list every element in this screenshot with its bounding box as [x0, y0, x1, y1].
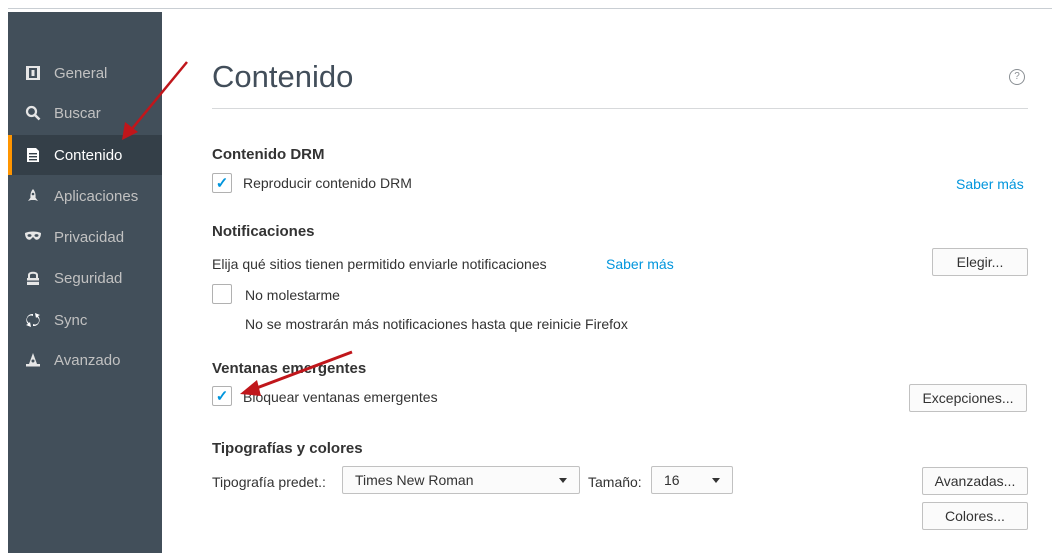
default-font-select[interactable]: Times New Roman	[342, 466, 580, 494]
sidebar: General Buscar Contenido Aplicaciones Pr…	[8, 12, 162, 553]
do-not-disturb-note: No se mostrarán más notificaciones hasta…	[245, 316, 628, 332]
document-icon	[24, 146, 42, 164]
block-popups-label[interactable]: Bloquear ventanas emergentes	[243, 389, 438, 405]
popups-section-title: Ventanas emergentes	[212, 360, 367, 377]
font-size-label: Tamaño:	[588, 474, 642, 490]
mask-icon	[24, 228, 42, 246]
lock-icon	[24, 269, 42, 287]
sidebar-item-label: Privacidad	[54, 228, 125, 246]
checkmark-icon: ✓	[215, 387, 229, 405]
title-divider	[212, 108, 1028, 109]
drm-learn-more-link[interactable]: Saber más	[956, 176, 1024, 192]
content-pane: Contenido ? Contenido DRM ✓ Reproducir c…	[162, 12, 1052, 553]
notifications-section-title: Notificaciones	[212, 223, 315, 240]
drm-checkbox-label[interactable]: Reproducir contenido DRM	[243, 175, 412, 191]
chevron-down-icon	[712, 477, 720, 483]
choose-button[interactable]: Elegir...	[932, 248, 1028, 276]
font-size-select[interactable]: 16	[651, 466, 733, 494]
fonts-section-title: Tipografías y colores	[212, 440, 363, 457]
font-size-value: 16	[664, 472, 680, 488]
do-not-disturb-checkbox[interactable]	[212, 284, 232, 304]
sidebar-item-buscar[interactable]: Buscar	[8, 93, 162, 133]
default-font-value: Times New Roman	[355, 472, 474, 488]
drm-section-title: Contenido DRM	[212, 146, 325, 163]
notifications-description: Elija qué sitios tienen permitido enviar…	[212, 256, 547, 272]
help-icon[interactable]: ?	[1009, 69, 1025, 85]
block-popups-checkbox[interactable]: ✓	[212, 386, 232, 406]
sidebar-item-general[interactable]: General	[8, 53, 162, 93]
sidebar-item-privacidad[interactable]: Privacidad	[8, 217, 162, 257]
drm-checkbox[interactable]: ✓	[212, 173, 232, 193]
page-title: Contenido	[212, 59, 354, 94]
notifications-learn-more-link[interactable]: Saber más	[606, 256, 674, 272]
sidebar-item-label: Seguridad	[54, 269, 123, 287]
sidebar-item-label: Buscar	[54, 104, 101, 122]
sidebar-item-label: Sync	[54, 311, 88, 329]
search-icon	[24, 104, 42, 122]
sidebar-item-aplicaciones[interactable]: Aplicaciones	[8, 176, 162, 216]
do-not-disturb-label[interactable]: No molestarme	[245, 287, 340, 303]
sidebar-item-label: Aplicaciones	[54, 187, 139, 205]
sidebar-item-seguridad[interactable]: Seguridad	[8, 258, 162, 298]
sidebar-item-avanzado[interactable]: Avanzado	[8, 340, 162, 380]
window-top-border	[8, 8, 1052, 9]
rocket-icon	[24, 187, 42, 205]
advanced-fonts-button[interactable]: Avanzadas...	[922, 467, 1028, 495]
sidebar-item-label: Avanzado	[54, 351, 121, 369]
default-font-label: Tipografía predet.:	[212, 474, 326, 490]
wizard-hat-icon	[24, 351, 42, 369]
general-icon	[24, 64, 42, 82]
exceptions-button[interactable]: Excepciones...	[909, 384, 1027, 412]
sidebar-item-contenido[interactable]: Contenido	[8, 135, 162, 175]
sidebar-item-label: General	[54, 64, 108, 82]
colors-button[interactable]: Colores...	[922, 502, 1028, 530]
checkmark-icon: ✓	[215, 174, 229, 192]
chevron-down-icon	[559, 477, 567, 483]
sync-icon	[24, 311, 42, 329]
sidebar-item-label: Contenido	[54, 146, 123, 164]
sidebar-item-sync[interactable]: Sync	[8, 300, 162, 340]
